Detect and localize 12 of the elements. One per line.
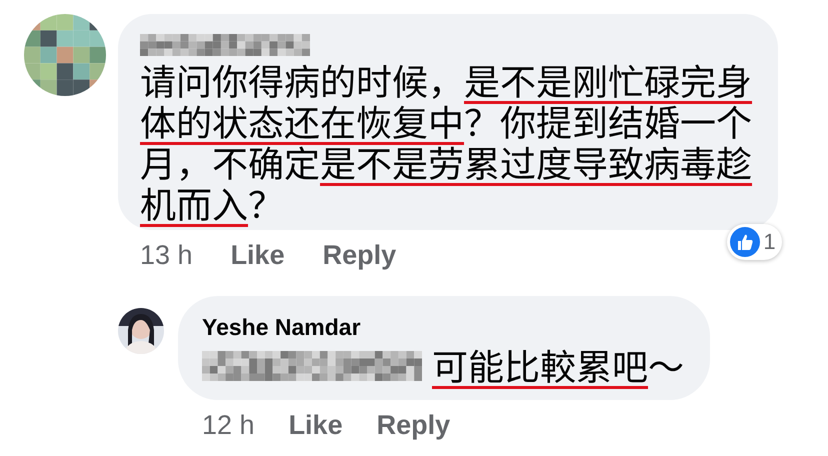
comment-text: 可能比較累吧～	[432, 345, 684, 386]
like-button[interactable]: Like	[288, 408, 343, 442]
comment-text: 请问你得病的时候，是不是刚忙碌完身体的状态还在恢复中？你提到结婚一个月，不确定是不是劳累过度导致病毒趁机而入？	[140, 60, 754, 224]
timestamp[interactable]: 13 h	[140, 238, 193, 272]
timestamp[interactable]: 12 h	[202, 408, 255, 442]
avatar[interactable]	[118, 308, 164, 354]
reaction-badge[interactable]: 1	[727, 224, 782, 260]
like-button[interactable]: Like	[230, 238, 285, 272]
reply-button[interactable]: Reply	[376, 408, 450, 442]
author-name[interactable]: Yeshe Namdar	[202, 314, 684, 341]
reply-button[interactable]: Reply	[322, 238, 396, 272]
thumbs-up-icon	[730, 227, 760, 257]
